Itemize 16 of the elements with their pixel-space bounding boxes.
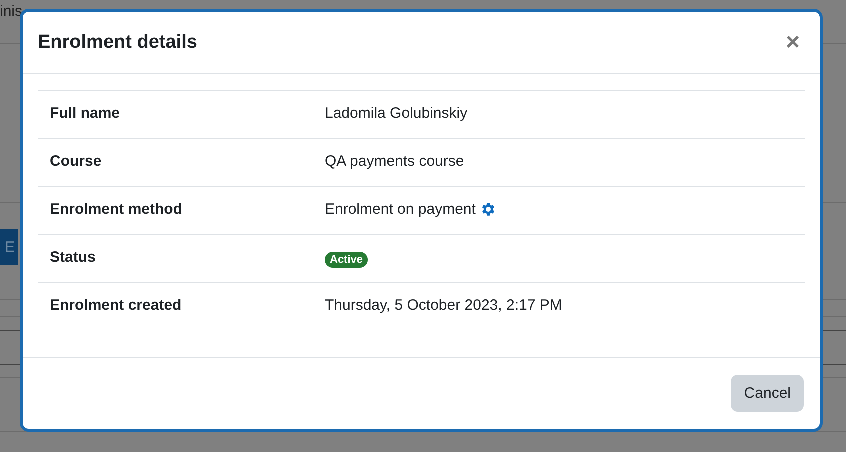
field-label: Enrolment method [50, 201, 183, 218]
enrol-button[interactable]: E [0, 229, 18, 265]
page-heading: inis [0, 3, 23, 20]
dialog-title: Enrolment details [38, 32, 198, 54]
field-value: Thursday, 5 October 2023, 2:17 PM [325, 297, 562, 314]
settings-icon[interactable] [480, 201, 497, 218]
field-value: QA payments course [325, 153, 464, 170]
field-label: Status [50, 249, 96, 266]
field-value: Enrolment on payment [325, 201, 476, 218]
status-badge: Active [325, 252, 368, 268]
field-label: Full name [50, 105, 120, 122]
cancel-button[interactable]: Cancel [731, 375, 804, 412]
field-value: Ladomila Golubinskiy [325, 105, 468, 122]
field-label: Enrolment created [50, 297, 182, 314]
field-label: Course [50, 153, 102, 170]
close-button[interactable]: × [782, 28, 804, 56]
